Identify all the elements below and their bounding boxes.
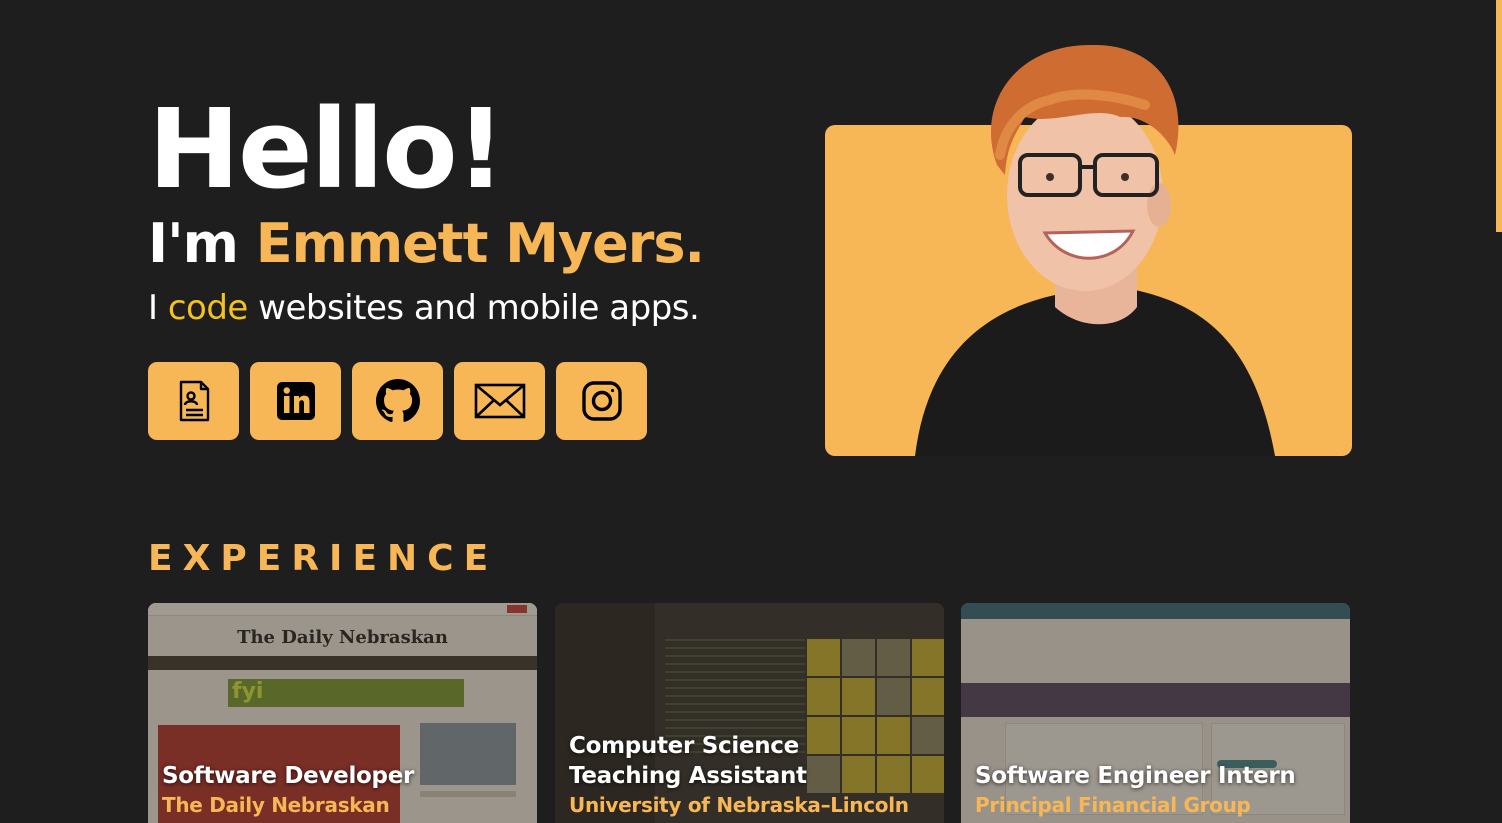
email-icon: [474, 383, 525, 419]
page-scrollbar[interactable]: [1496, 0, 1502, 803]
github-icon: [375, 379, 420, 422]
experience-card-daily-nebraskan[interactable]: The Daily Nebraskan fyi Software Develop…: [148, 603, 537, 823]
experience-heading: EXPERIENCE: [148, 538, 499, 579]
greeting-heading: Hello!: [148, 85, 506, 213]
instagram-button[interactable]: [556, 362, 647, 440]
profile-photo: [915, 45, 1275, 456]
scrollbar-thumb[interactable]: [1496, 0, 1502, 232]
tagline-prefix: I: [148, 288, 168, 328]
resume-icon: [179, 380, 209, 422]
card-title: Computer Science Teaching Assistant: [569, 731, 807, 791]
tagline-verb: code: [167, 288, 249, 328]
tagline-suffix: websites and mobile apps.: [247, 288, 700, 328]
hero-intro: Hello! I'm Emmett Myers. I code websites…: [148, 90, 768, 440]
card-company: Principal Financial Group: [975, 793, 1251, 817]
author-name: Emmett Myers.: [255, 212, 705, 275]
card-company: University of Nebraska–Lincoln: [569, 793, 909, 817]
card-title-line2: Teaching Assistant: [569, 763, 807, 789]
card-title: Software Developer: [162, 763, 415, 789]
profile-photo-card: [825, 45, 1352, 456]
card-company: The Daily Nebraskan: [162, 793, 390, 817]
experience-card-unl-ta[interactable]: Computer Science Teaching Assistant Univ…: [555, 603, 944, 823]
tagline: I code websites and mobile apps.: [148, 288, 768, 328]
intro-prefix: I'm: [148, 212, 256, 275]
card-title: Software Engineer Intern: [975, 763, 1296, 789]
linkedin-icon: [276, 382, 315, 420]
github-button[interactable]: [352, 362, 443, 440]
email-button[interactable]: [454, 362, 545, 440]
card-title-line1: Computer Science: [569, 733, 799, 759]
social-links: [148, 362, 768, 440]
intro-heading: I'm Emmett Myers.: [148, 214, 768, 274]
resume-button[interactable]: [148, 362, 239, 440]
instagram-icon: [581, 381, 622, 421]
experience-card-principal[interactable]: Software Engineer Intern Principal Finan…: [961, 603, 1350, 823]
linkedin-button[interactable]: [250, 362, 341, 440]
